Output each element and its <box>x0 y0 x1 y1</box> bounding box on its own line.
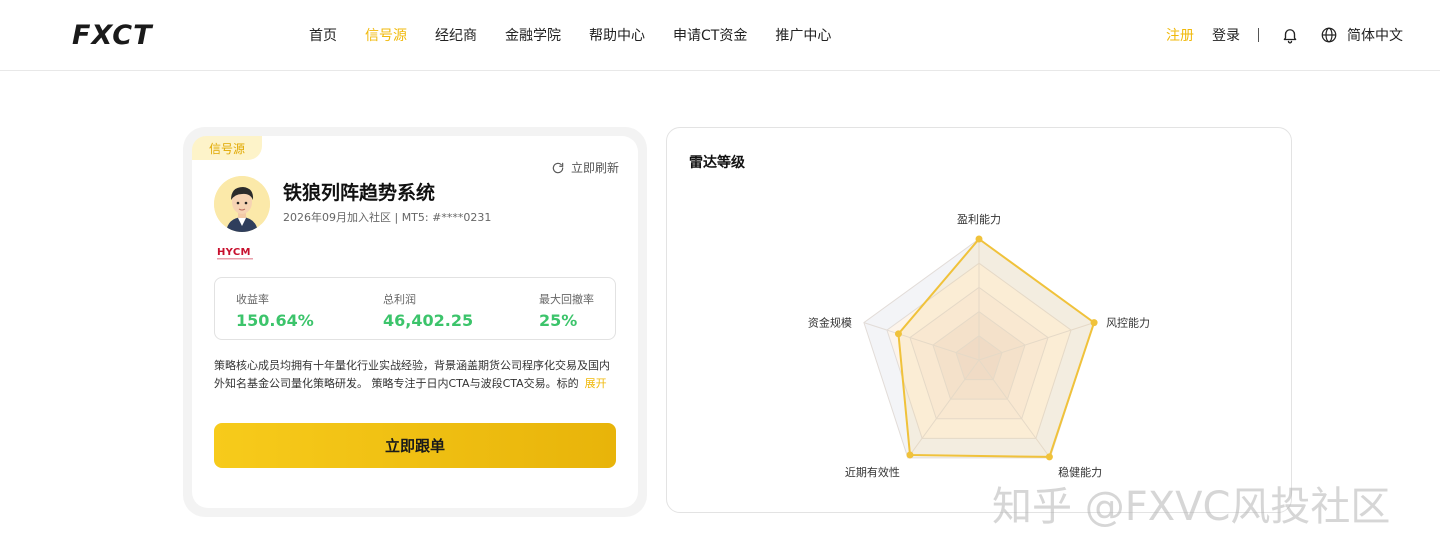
follow-button[interactable]: 立即跟单 <box>214 423 616 468</box>
top-header: FXCT 首页 信号源 经纪商 金融学院 帮助中心 申请CT资金 推广中心 注册… <box>0 0 1440 71</box>
stat-value: 150.64% <box>236 311 314 330</box>
stat-label: 总利润 <box>383 293 416 306</box>
nav-help[interactable]: 帮助中心 <box>589 25 645 45</box>
signal-description: 策略核心成员均拥有十年量化行业实战经验，背景涵盖期货公司程序化交易及国内 外知名… <box>214 357 616 393</box>
avatar <box>214 176 270 232</box>
svg-text:HYCM: HYCM <box>217 247 251 258</box>
stats-box: 收益率 150.64% 总利润 46,402.25 最大回撤率 25% <box>214 277 616 340</box>
radar-point <box>975 235 983 243</box>
main-nav: 首页 信号源 经纪商 金融学院 帮助中心 申请CT资金 推广中心 <box>309 0 859 70</box>
radar-series-area <box>897 237 1096 458</box>
header-divider <box>1258 28 1259 42</box>
expand-link[interactable]: 展开 <box>585 375 607 393</box>
signal-subtitle: 2026年09月加入社区 | MT5: #****0231 <box>283 211 492 224</box>
nav-apply-funds[interactable]: 申请CT资金 <box>673 25 747 45</box>
radar-chart: 盈利能力风控能力稳健能力近期有效性资金规模 <box>808 212 1150 479</box>
description-line: 策略核心成员均拥有十年量化行业实战经验，背景涵盖期货公司程序化交易及国内 <box>214 359 610 372</box>
radar-point <box>1045 453 1053 461</box>
radar-axis-label: 盈利能力 <box>957 212 1001 226</box>
radar-axis-label: 近期有效性 <box>845 465 900 479</box>
radar-point <box>894 330 902 338</box>
register-link[interactable]: 注册 <box>1166 25 1194 45</box>
language-selector[interactable]: 简体中文 <box>1347 25 1403 45</box>
globe-icon[interactable] <box>1320 26 1338 44</box>
bell-icon[interactable] <box>1281 26 1299 44</box>
nav-promotion[interactable]: 推广中心 <box>775 25 831 45</box>
refresh-label: 立即刷新 <box>571 161 620 175</box>
stat-label: 最大回撤率 <box>539 293 594 306</box>
signal-tag: 信号源 <box>192 136 262 160</box>
nav-brokers[interactable]: 经纪商 <box>435 25 477 45</box>
radar-axis-label: 资金规模 <box>808 316 852 330</box>
radar-point <box>1090 319 1098 327</box>
signal-title: 铁狼列阵趋势系统 <box>283 182 436 204</box>
description-line: 外知名基金公司量化策略研发。 策略专注于日内CTA与波段CTA交易。标的 <box>214 377 579 390</box>
stat-value: 46,402.25 <box>383 311 474 330</box>
nav-home[interactable]: 首页 <box>309 25 337 45</box>
watermark: 知乎 @FXVC风投社区 <box>992 484 1391 530</box>
site-logo[interactable]: FXCT <box>72 20 153 51</box>
refresh-icon <box>552 162 564 173</box>
stat-drawdown: 最大回撤率 25% <box>539 291 594 330</box>
radar-axis-label: 风控能力 <box>1106 316 1150 330</box>
header-actions: 注册 登录 简体中文 <box>1166 0 1403 70</box>
stat-return: 收益率 150.64% <box>236 291 314 330</box>
nav-academy[interactable]: 金融学院 <box>505 25 561 45</box>
login-link[interactable]: 登录 <box>1212 25 1240 45</box>
refresh-button[interactable]: 立即刷新 <box>551 159 619 176</box>
stat-profit: 总利润 46,402.25 <box>383 291 473 330</box>
radar-point <box>906 451 914 459</box>
nav-signals[interactable]: 信号源 <box>365 25 407 45</box>
broker-logo: HYCM <box>217 247 253 260</box>
stat-label: 收益率 <box>236 293 269 306</box>
stat-value: 25% <box>539 311 578 330</box>
